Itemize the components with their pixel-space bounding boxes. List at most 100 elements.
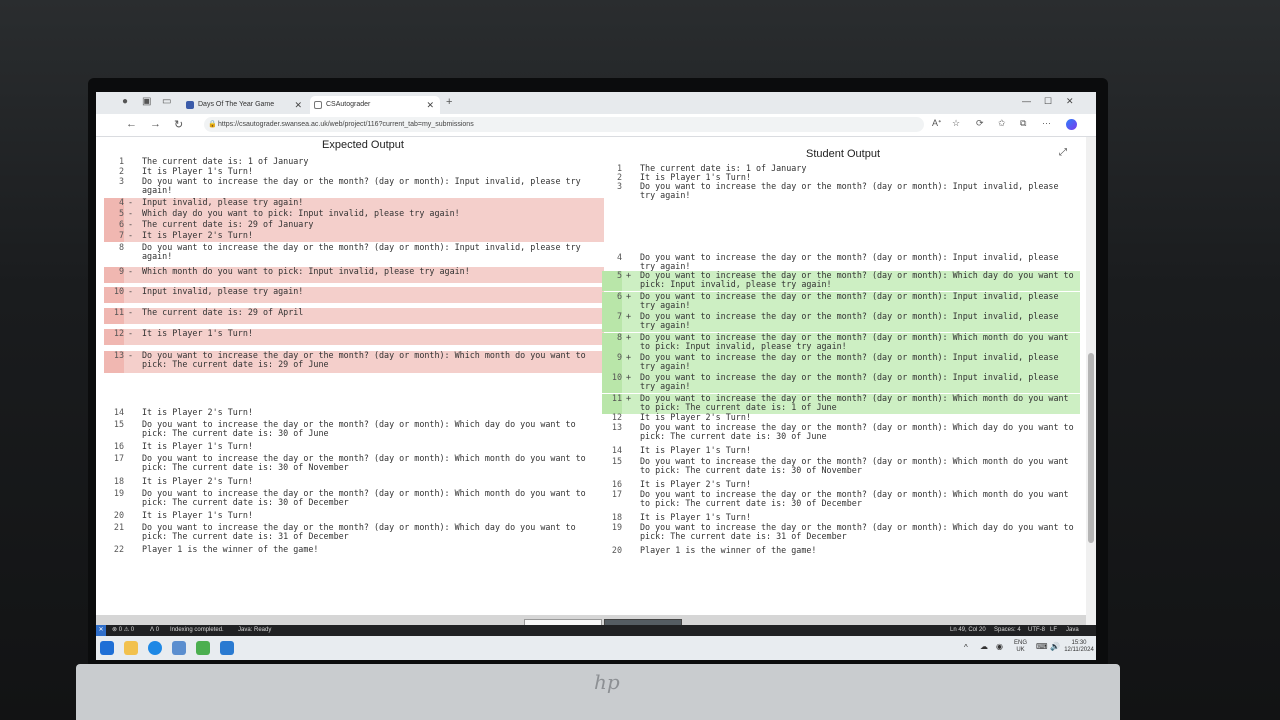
line-text: It is Player 1's Turn!	[142, 328, 253, 338]
added-marker: +	[626, 311, 632, 321]
url-text: https://csautograder.swansea.ac.uk/web/p…	[218, 121, 474, 128]
line-number: 7	[602, 312, 622, 332]
app-icon[interactable]	[172, 641, 186, 655]
file-explorer-icon[interactable]	[124, 641, 138, 655]
line-number: 5	[602, 271, 622, 291]
tab-csautograder[interactable]: CSAutograder ✕	[310, 96, 440, 114]
line-number: 20	[611, 545, 622, 555]
line-text: It is Player 2's Turn!	[640, 412, 751, 422]
java-status[interactable]: Java: Ready	[238, 625, 271, 636]
collections-icon[interactable]: ⧉	[1020, 118, 1026, 129]
diff-line: 20 It is Player 1's Turn!	[104, 511, 604, 522]
vscode-icon[interactable]	[220, 641, 234, 655]
line-text: Do you want to increase the day or the m…	[142, 350, 591, 369]
close-tab-icon[interactable]: ✕	[294, 96, 302, 114]
favorite-star-icon[interactable]: ☆	[952, 118, 960, 129]
cloud-icon[interactable]: ☁	[980, 643, 988, 651]
screen: ● ▣ ▭ Days Of The Year Game ✕ CSAutograd…	[96, 92, 1096, 660]
line-text: Do you want to increase the day or the m…	[640, 489, 1074, 508]
line-text: Do you want to increase the day or the m…	[640, 181, 1064, 200]
line-number: 8	[602, 333, 622, 353]
diff-line: 6 + Do you want to increase the day or the…	[602, 292, 1080, 312]
close-tab-icon[interactable]: ✕	[426, 96, 434, 114]
start-windows-icon[interactable]	[100, 641, 114, 655]
added-marker: +	[626, 291, 632, 301]
browser-tab-bar: ● ▣ ▭ Days Of The Year Game ✕ CSAutograd…	[96, 92, 1096, 114]
line-text: The current date is: 29 of January	[142, 219, 314, 229]
app-icon-green[interactable]	[196, 641, 210, 655]
language-mode[interactable]: Java	[1066, 625, 1079, 636]
back-icon[interactable]: ←	[126, 118, 137, 130]
line-text: Do you want to increase the day or the m…	[142, 522, 581, 541]
line-number: 12	[104, 329, 124, 345]
line-number: 9	[104, 267, 124, 283]
minimize-icon[interactable]: —	[1022, 96, 1031, 106]
line-number: 18	[113, 476, 124, 486]
indentation[interactable]: Spaces: 4	[994, 625, 1021, 636]
encoding[interactable]: UTF-8	[1028, 625, 1045, 636]
profile-icon[interactable]: ●	[122, 97, 132, 107]
diff-line: 14 It is Player 1's Turn!	[602, 446, 1080, 456]
line-text: Do you want to increase the day or the m…	[640, 252, 1064, 271]
line-text: Do you want to increase the day or the m…	[142, 242, 586, 261]
warnings-count[interactable]: ᐱ 0	[150, 625, 159, 636]
problems-count[interactable]: ⊗ 0 ⚠ 0	[112, 625, 134, 636]
more-menu-icon[interactable]: ···	[1042, 118, 1051, 128]
line-number: 17	[113, 453, 124, 463]
tab-actions-icon[interactable]: ▭	[162, 97, 172, 107]
network-icon[interactable]: ⌨	[1036, 643, 1048, 651]
chevron-up-icon[interactable]: ^	[964, 644, 968, 652]
tab-favicon	[314, 101, 322, 109]
line-ending[interactable]: LF	[1050, 625, 1057, 636]
line-number: 14	[113, 407, 124, 417]
line-number: 19	[113, 488, 124, 498]
line-number: 21	[113, 522, 124, 532]
line-text: Do you want to increase the day or the m…	[142, 419, 581, 438]
diff-line: 13- Do you want to increase the day or th…	[104, 351, 604, 373]
line-number: 20	[113, 510, 124, 520]
removed-marker: -	[128, 208, 134, 218]
url-field[interactable]: 🔒 https://csautograder.swansea.ac.uk/web…	[204, 117, 924, 132]
line-text: It is Player 1's Turn!	[640, 445, 751, 455]
favorites-icon[interactable]: ✩	[998, 118, 1006, 129]
remote-indicator-icon[interactable]: ✕	[96, 625, 106, 636]
diff-line: 8 + Do you want to increase the day or the…	[602, 333, 1080, 353]
cursor-position[interactable]: Ln 49, Col 20	[950, 625, 986, 636]
student-output-pane: 1 The current date is: 1 of January 2 It is…	[602, 157, 1080, 613]
diff-line: 11- The current date is: 29 of April	[104, 308, 604, 324]
copilot-icon[interactable]	[1066, 119, 1077, 130]
tab-days-of-the-year-game[interactable]: Days Of The Year Game ✕	[182, 96, 308, 114]
line-text: It is Player 2's Turn!	[640, 479, 751, 489]
scrollbar-thumb[interactable]	[1088, 353, 1094, 543]
line-number: 14	[611, 445, 622, 455]
read-aloud-icon[interactable]: Aᐩ	[932, 118, 942, 129]
line-text: Input invalid, please try again!	[142, 197, 304, 207]
line-number: 3	[616, 181, 622, 191]
maximize-icon[interactable]: ☐	[1044, 96, 1052, 107]
extension-icon[interactable]: ⟳	[976, 118, 984, 129]
diff-line: 13 Do you want to increase the day or the…	[602, 423, 1080, 443]
edge-browser-icon[interactable]	[148, 641, 162, 655]
diff-line: 22 Player 1 is the winner of the game!	[104, 545, 604, 555]
line-text: The current date is: 1 of January	[142, 156, 309, 166]
volume-icon[interactable]: 🔊	[1050, 643, 1060, 651]
line-text: The current date is: 29 of April	[142, 307, 304, 317]
line-number: 10	[602, 373, 622, 393]
forward-icon[interactable]: →	[150, 118, 161, 130]
diff-line: 9- Which month do you want to pick: Input…	[104, 267, 604, 283]
clock[interactable]: 15:30 12/11/2024	[1062, 640, 1096, 654]
colorful-app-icon[interactable]: ◉	[996, 643, 1003, 651]
new-tab-icon[interactable]: +	[446, 96, 452, 108]
line-text: Do you want to increase the day or the m…	[640, 352, 1064, 371]
reload-icon[interactable]: ↻	[174, 118, 183, 131]
workspaces-icon[interactable]: ▣	[142, 97, 152, 107]
diff-line: 20 Player 1 is the winner of the game!	[602, 546, 1080, 556]
line-text: Do you want to increase the day or the m…	[640, 270, 1079, 289]
removed-marker: -	[128, 350, 134, 360]
line-text: Do you want to increase the day or the m…	[640, 291, 1064, 310]
language-indicator[interactable]: ENG UK	[1014, 640, 1027, 654]
vertical-scrollbar[interactable]	[1086, 137, 1096, 645]
line-number: 1	[118, 156, 124, 166]
close-window-icon[interactable]: ✕	[1066, 96, 1074, 107]
line-number: 2	[118, 166, 124, 176]
